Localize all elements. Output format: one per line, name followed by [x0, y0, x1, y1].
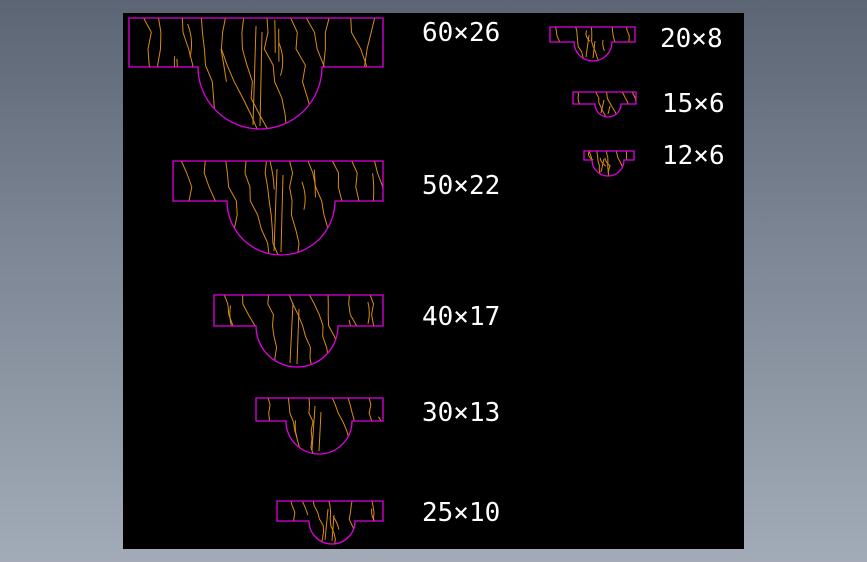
grain-line: [324, 508, 335, 542]
profile-60x26: 60×26: [128, 17, 500, 130]
grain-line: [307, 295, 335, 367]
profile-50x22-grain: [180, 161, 383, 255]
grain-line: [220, 48, 227, 82]
profile-50x22: 50×22: [172, 160, 500, 256]
profile-50x22-label: 50×22: [422, 171, 500, 201]
grain-line: [225, 161, 247, 255]
grain-line: [348, 295, 367, 367]
grain-line: [322, 18, 331, 129]
grain-line: [602, 40, 605, 52]
grain-line: [181, 18, 194, 129]
grain-line: [348, 319, 355, 342]
grain-line: [330, 398, 351, 454]
profile-12x6-grain: [587, 151, 634, 176]
grain-line: [625, 27, 634, 61]
grain-line: [368, 295, 376, 367]
profile-12x6-label: 12×6: [662, 141, 725, 171]
grain-line: [368, 398, 377, 454]
grain-line: [311, 405, 322, 452]
grain-line: [377, 416, 383, 435]
profile-40x17-label: 40×17: [422, 302, 500, 332]
grain-line: [600, 99, 611, 115]
grain-line: [267, 295, 278, 367]
grain-line: [347, 398, 363, 454]
grain-line: [611, 27, 621, 61]
grain-line: [302, 501, 309, 516]
profile-drawing: 60×26 50×22 40×17 30×13 25×10 20×8 15×6 12×6: [128, 17, 725, 545]
grain-line: [200, 18, 216, 129]
grain-line: [301, 181, 306, 210]
profile-25x10-grain: [289, 501, 381, 544]
profile-20x8-label: 20×8: [660, 24, 723, 54]
grain-line: [350, 161, 360, 255]
profile-30x13: 30×13: [255, 397, 500, 455]
grain-line: [554, 27, 566, 61]
grain-line: [289, 302, 300, 365]
grain-line: [625, 151, 634, 176]
grain-line: [242, 295, 261, 367]
drawing-canvas: 60×26 50×22 40×17 30×13 25×10 20×8 15×6 12×6: [123, 13, 744, 549]
profile-60x26-grain: [142, 18, 382, 129]
profile-25x10: 25×10: [276, 498, 500, 545]
grain-line: [220, 18, 259, 129]
grain-line: [289, 18, 317, 129]
grain-line: [289, 501, 304, 544]
grain-line: [266, 398, 278, 454]
profile-12x6: 12×6: [583, 141, 725, 177]
grain-line: [363, 18, 379, 129]
profile-40x17-grain: [223, 295, 376, 367]
grain-line: [574, 27, 587, 61]
profile-15x6-label: 15×6: [662, 89, 725, 119]
grain-line: [278, 42, 284, 76]
grain-line: [203, 161, 221, 255]
profile-25x10-label: 25×10: [422, 498, 500, 528]
profile-15x6: 15×6: [572, 89, 725, 119]
grain-line: [273, 168, 284, 253]
grain-line: [371, 501, 381, 544]
grain-line: [304, 18, 332, 129]
grain-line: [372, 173, 375, 202]
profile-40x17: 40×17: [213, 294, 500, 368]
grain-line: [348, 501, 358, 544]
grain-line: [176, 58, 179, 92]
grain-line: [288, 161, 300, 255]
grain-line: [180, 161, 193, 255]
profile-30x13-label: 30×13: [422, 398, 500, 428]
grain-line: [367, 301, 370, 324]
grain-line: [142, 18, 160, 129]
profile-60x26-label: 60×26: [422, 18, 500, 48]
grain-line: [294, 420, 298, 438]
profile-20x8-grain: [554, 27, 634, 61]
grain-line: [229, 305, 233, 328]
grain-line: [157, 18, 165, 129]
grain-line: [223, 295, 240, 367]
grain-line: [350, 18, 382, 129]
profile-30x13-grain: [266, 398, 383, 454]
grain-line: [269, 161, 275, 190]
profile-20x8: 20×8: [549, 24, 723, 62]
